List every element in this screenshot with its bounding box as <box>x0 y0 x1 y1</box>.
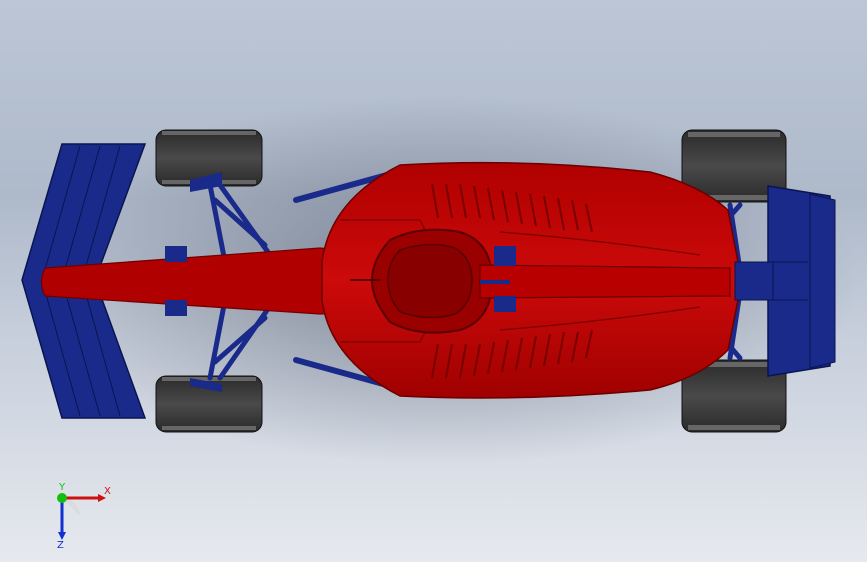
y-axis-label: Y <box>58 482 66 493</box>
rear-wing <box>767 185 836 377</box>
x-axis-label: X <box>104 486 111 497</box>
nose-camera-top <box>165 246 187 262</box>
coordinate-triad: X Y Z <box>57 482 111 550</box>
airbox-top <box>494 246 516 266</box>
airbox-bottom <box>494 296 516 312</box>
z-axis-label: Z <box>57 540 64 550</box>
3d-viewport[interactable]: X Y Z <box>0 0 867 562</box>
rear-diffuser <box>734 261 774 301</box>
car-model[interactable] <box>0 0 867 562</box>
nose-camera-bottom <box>165 300 187 316</box>
engine-cover <box>479 264 731 299</box>
